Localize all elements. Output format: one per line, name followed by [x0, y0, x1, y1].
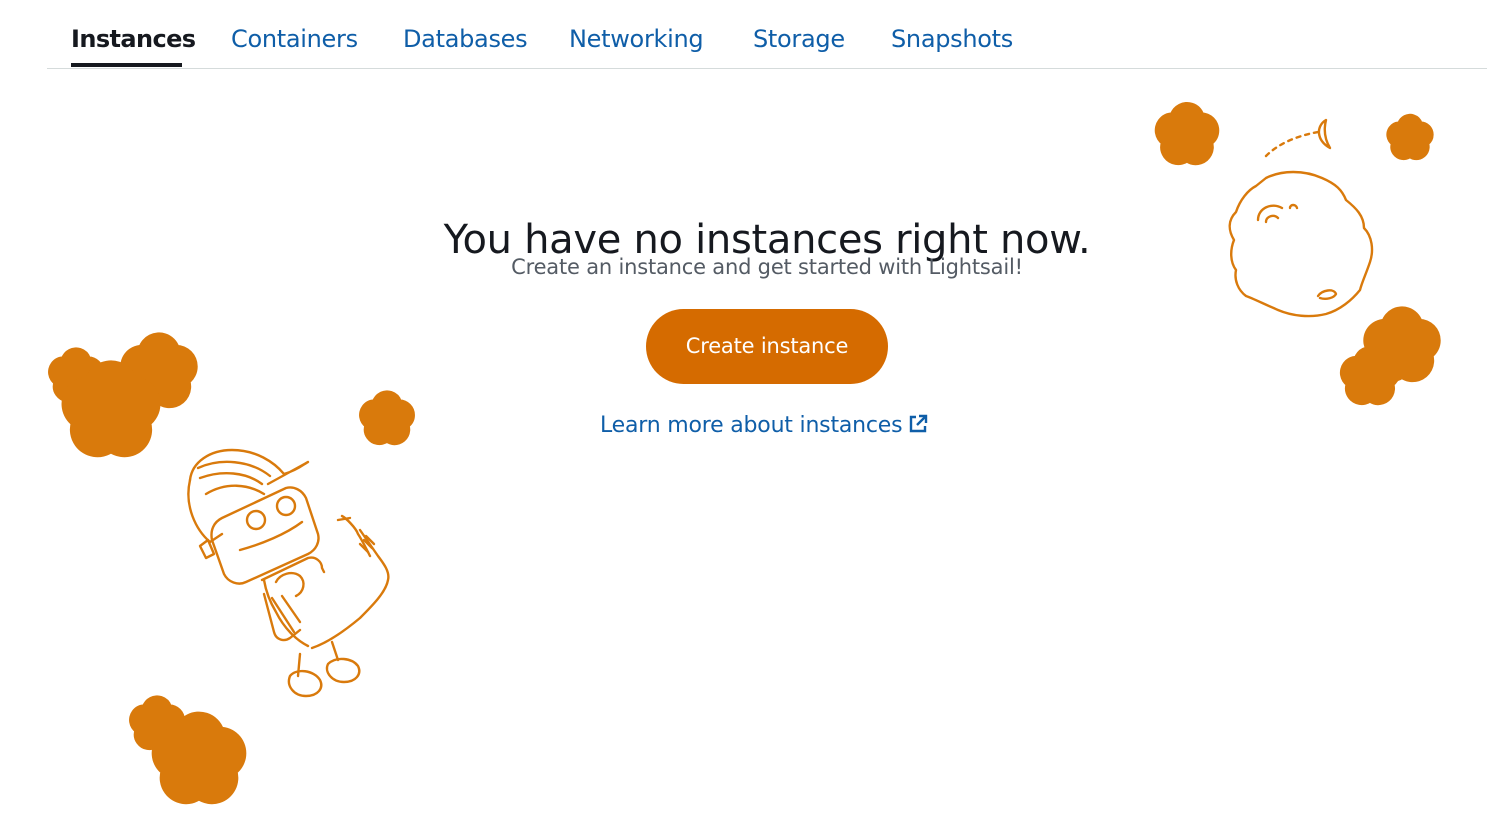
robot-figure — [187, 448, 390, 698]
tab-containers[interactable]: Containers — [231, 22, 358, 56]
create-instance-button[interactable]: Create instance — [646, 309, 888, 384]
tab-storage[interactable]: Storage — [753, 22, 845, 56]
tab-databases[interactable]: Databases — [403, 22, 528, 56]
tab-snapshots[interactable]: Snapshots — [891, 22, 1013, 56]
star-icon — [1173, 120, 1202, 147]
star-icon — [64, 363, 89, 387]
star-icon — [178, 738, 220, 778]
resource-tabs: Instances Containers Databases Networkin… — [47, 0, 1487, 69]
star-icon — [89, 388, 133, 430]
lightsail-instances-page: Instances Containers Databases Networkin… — [0, 0, 1501, 828]
tab-networking[interactable]: Networking — [569, 22, 704, 56]
learn-more-link[interactable]: Learn more about instances — [600, 410, 928, 444]
star-icon — [142, 354, 176, 387]
empty-state-subtitle: Create an instance and get started with … — [511, 255, 1023, 279]
star-icon — [1385, 328, 1419, 361]
star-icon — [1400, 127, 1421, 147]
external-link-icon — [908, 412, 928, 444]
tab-instances[interactable]: Instances — [71, 22, 196, 56]
star-icon — [1357, 363, 1384, 388]
learn-more-label: Learn more about instances — [600, 413, 903, 438]
star-icon — [375, 406, 400, 430]
active-tab-indicator — [71, 63, 182, 67]
star-icon — [145, 711, 170, 735]
